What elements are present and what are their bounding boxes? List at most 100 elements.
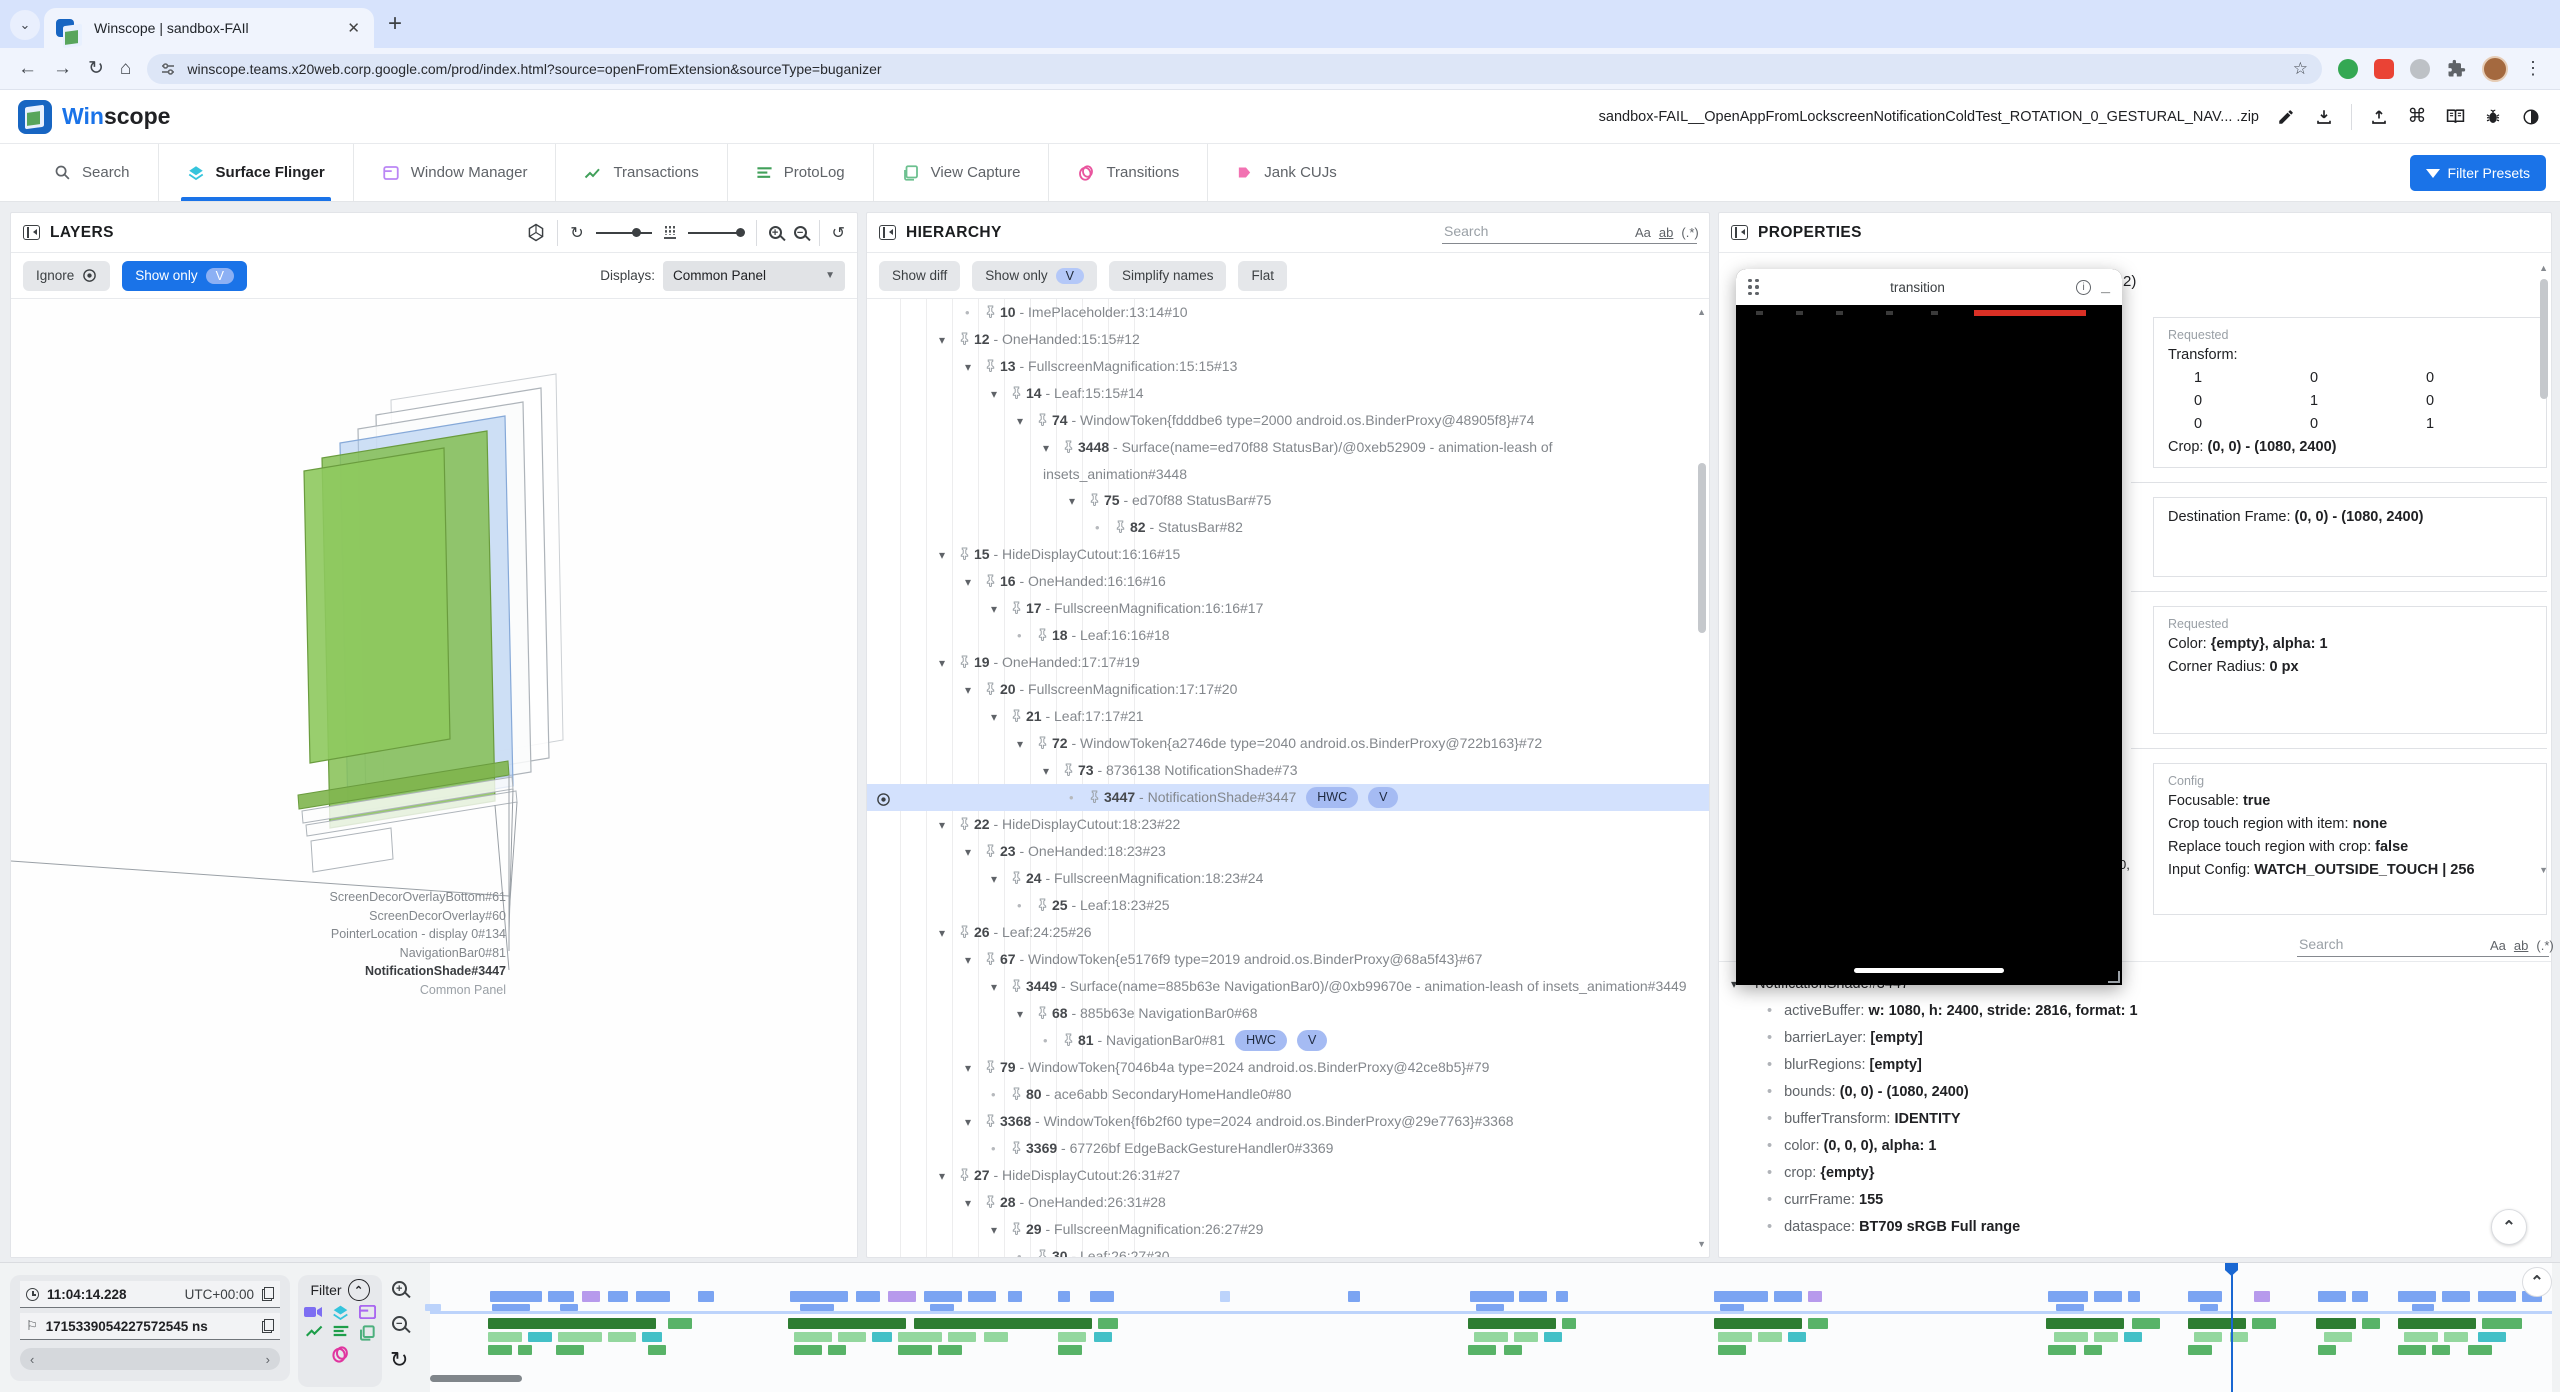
hierarchy-search[interactable]: Aa ab (.*) bbox=[1442, 222, 1697, 244]
regex-icon[interactable]: (.*) bbox=[1681, 225, 1698, 240]
hierarchy-node[interactable]: ▾28 - OneHanded:26:31#28 bbox=[867, 1189, 1709, 1216]
timeline-segment[interactable] bbox=[2478, 1332, 2506, 1342]
timeline-segment[interactable] bbox=[2048, 1345, 2076, 1355]
expander-icon[interactable]: ▾ bbox=[991, 381, 1011, 407]
browser-menu-icon[interactable]: ⋮ bbox=[2524, 58, 2542, 79]
timeline-segment[interactable] bbox=[838, 1332, 866, 1342]
pin-icon[interactable] bbox=[985, 1109, 1000, 1135]
profile-avatar[interactable] bbox=[2482, 56, 2508, 82]
timeline-segment[interactable] bbox=[794, 1345, 822, 1355]
spacing-slider[interactable] bbox=[688, 232, 744, 234]
pin-icon[interactable] bbox=[1011, 866, 1026, 892]
pin-icon[interactable] bbox=[959, 1163, 974, 1189]
hierarchy-node[interactable]: ▾16 - OneHanded:16:16#16 bbox=[867, 568, 1709, 595]
expander-icon[interactable]: ▾ bbox=[939, 1163, 959, 1189]
timeline-segment[interactable] bbox=[930, 1304, 954, 1311]
expander-icon[interactable]: ▾ bbox=[991, 704, 1011, 730]
download-icon[interactable] bbox=[2313, 106, 2335, 128]
window-manager-icon[interactable] bbox=[359, 1305, 376, 1319]
timeline-segment[interactable] bbox=[2254, 1291, 2270, 1302]
timeline-segment[interactable] bbox=[648, 1345, 666, 1355]
hierarchy-node[interactable]: ▾13 - FullscreenMagnification:15:15#13 bbox=[867, 353, 1709, 380]
timeline-segment[interactable] bbox=[548, 1291, 574, 1302]
timeline-segment[interactable] bbox=[794, 1332, 832, 1342]
hierarchy-node[interactable]: ▾21 - Leaf:17:17#21 bbox=[867, 703, 1709, 730]
tab-jank-cujs[interactable]: Jank CUJs bbox=[1207, 144, 1365, 201]
pin-icon[interactable] bbox=[959, 650, 974, 676]
leaf-dot-icon[interactable]: • bbox=[965, 300, 985, 326]
timeline-segment[interactable] bbox=[528, 1332, 552, 1342]
timeline-segment[interactable] bbox=[1090, 1291, 1114, 1302]
timeline-segment[interactable] bbox=[2194, 1332, 2222, 1342]
timeline-segment[interactable] bbox=[425, 1304, 441, 1311]
property-row[interactable]: •crop: {empty} bbox=[1731, 1160, 2541, 1187]
timeline-segment[interactable] bbox=[2412, 1304, 2434, 1311]
reload-icon[interactable]: ↻ bbox=[88, 57, 104, 80]
forward-icon[interactable]: → bbox=[53, 58, 72, 80]
pin-icon[interactable] bbox=[985, 839, 1000, 865]
layer-label[interactable]: ScreenDecorOverlayBottom#61 bbox=[171, 888, 506, 907]
timeline-segment[interactable] bbox=[914, 1318, 1092, 1329]
timeline-segment[interactable] bbox=[1348, 1291, 1360, 1302]
timeline-segment[interactable] bbox=[2324, 1332, 2352, 1342]
timeline-segment[interactable] bbox=[2188, 1318, 2246, 1329]
expander-icon[interactable]: ▾ bbox=[991, 1217, 1011, 1243]
timeline-segment[interactable] bbox=[488, 1332, 522, 1342]
hierarchy-scrollbar[interactable] bbox=[1698, 463, 1706, 633]
timeline-segment[interactable] bbox=[1008, 1291, 1022, 1302]
bug-report-icon[interactable] bbox=[2482, 106, 2504, 128]
zoom-in-icon[interactable]: + bbox=[392, 1281, 407, 1296]
timeline-segment[interactable] bbox=[788, 1318, 906, 1329]
timeline-segment[interactable] bbox=[556, 1345, 584, 1355]
timeline-segment[interactable] bbox=[2432, 1345, 2450, 1355]
expander-icon[interactable]: ▾ bbox=[939, 650, 959, 676]
layer-label[interactable]: PointerLocation - display 0#134 bbox=[171, 925, 506, 944]
scroll-up-arrow[interactable]: ▲ bbox=[1697, 307, 1706, 317]
extensions-puzzle-icon[interactable] bbox=[2446, 59, 2466, 79]
expand-timeline-button[interactable]: ⌃ bbox=[2522, 1267, 2552, 1297]
show-only-chip[interactable]: Show only V bbox=[122, 261, 247, 291]
timeline-segment[interactable] bbox=[872, 1332, 892, 1342]
timeline-segment[interactable] bbox=[1098, 1318, 1118, 1329]
show-only-chip[interactable]: Show only V bbox=[972, 261, 1097, 291]
ignore-chip[interactable]: Ignore bbox=[23, 261, 110, 291]
property-row[interactable]: •color: (0, 0, 0), alpha: 1 bbox=[1731, 1133, 2541, 1160]
pin-icon[interactable] bbox=[1063, 758, 1078, 784]
timeline-segment[interactable] bbox=[2482, 1318, 2522, 1329]
property-row[interactable]: •bounds: (0, 0) - (1080, 2400) bbox=[1731, 1079, 2541, 1106]
pin-icon[interactable] bbox=[1011, 704, 1026, 730]
scroll-left-icon[interactable]: ‹ bbox=[30, 1352, 34, 1367]
show-diff-chip[interactable]: Show diff bbox=[879, 261, 960, 291]
timeline-segment[interactable] bbox=[898, 1332, 942, 1342]
timeline-segment[interactable] bbox=[2444, 1332, 2468, 1342]
zoom-out-icon[interactable]: − bbox=[794, 226, 807, 239]
timeline-segment[interactable] bbox=[668, 1318, 692, 1329]
timeline-segment[interactable] bbox=[1808, 1318, 1828, 1329]
extension-icon[interactable] bbox=[2374, 59, 2394, 79]
screen-recording-icon[interactable] bbox=[304, 1305, 322, 1319]
hierarchy-node[interactable]: ▾3368 - WindowToken{f6b2f60 type=2024 an… bbox=[867, 1108, 1709, 1135]
flat-chip[interactable]: Flat bbox=[1238, 261, 1287, 291]
timeline-segment[interactable] bbox=[2398, 1345, 2426, 1355]
leaf-dot-icon[interactable]: • bbox=[1017, 623, 1037, 649]
bookmark-star-icon[interactable]: ☆ bbox=[2293, 59, 2308, 79]
expander-icon[interactable]: ▾ bbox=[965, 354, 985, 380]
hierarchy-node[interactable]: •82 - StatusBar#82 bbox=[867, 514, 1709, 541]
expander-icon[interactable]: ▾ bbox=[991, 866, 1011, 892]
shortcuts-icon[interactable]: ⌘ bbox=[2406, 106, 2428, 128]
timeline-segment[interactable] bbox=[1788, 1332, 1806, 1342]
timeline-segment[interactable] bbox=[1544, 1332, 1562, 1342]
pin-icon[interactable] bbox=[1037, 731, 1052, 757]
timeline-segment[interactable] bbox=[1058, 1332, 1086, 1342]
hierarchy-node[interactable]: ▾79 - WindowToken{7046b4a type=2024 andr… bbox=[867, 1054, 1709, 1081]
timeline-segment[interactable] bbox=[1468, 1345, 1496, 1355]
hierarchy-node[interactable]: ▾72 - WindowToken{a2746de type=2040 andr… bbox=[867, 730, 1709, 757]
hierarchy-node[interactable]: ▾17 - FullscreenMagnification:16:16#17 bbox=[867, 595, 1709, 622]
timeline-segment[interactable] bbox=[2056, 1304, 2084, 1311]
timeline-segment[interactable] bbox=[2124, 1332, 2142, 1342]
timeline-segment[interactable] bbox=[2188, 1291, 2222, 1302]
expander-icon[interactable]: ▾ bbox=[965, 1055, 985, 1081]
property-row[interactable]: •activeBuffer: w: 1080, h: 2400, stride:… bbox=[1731, 998, 2541, 1025]
timeline-segment[interactable] bbox=[1774, 1291, 1802, 1302]
pin-icon[interactable] bbox=[1037, 1244, 1052, 1257]
